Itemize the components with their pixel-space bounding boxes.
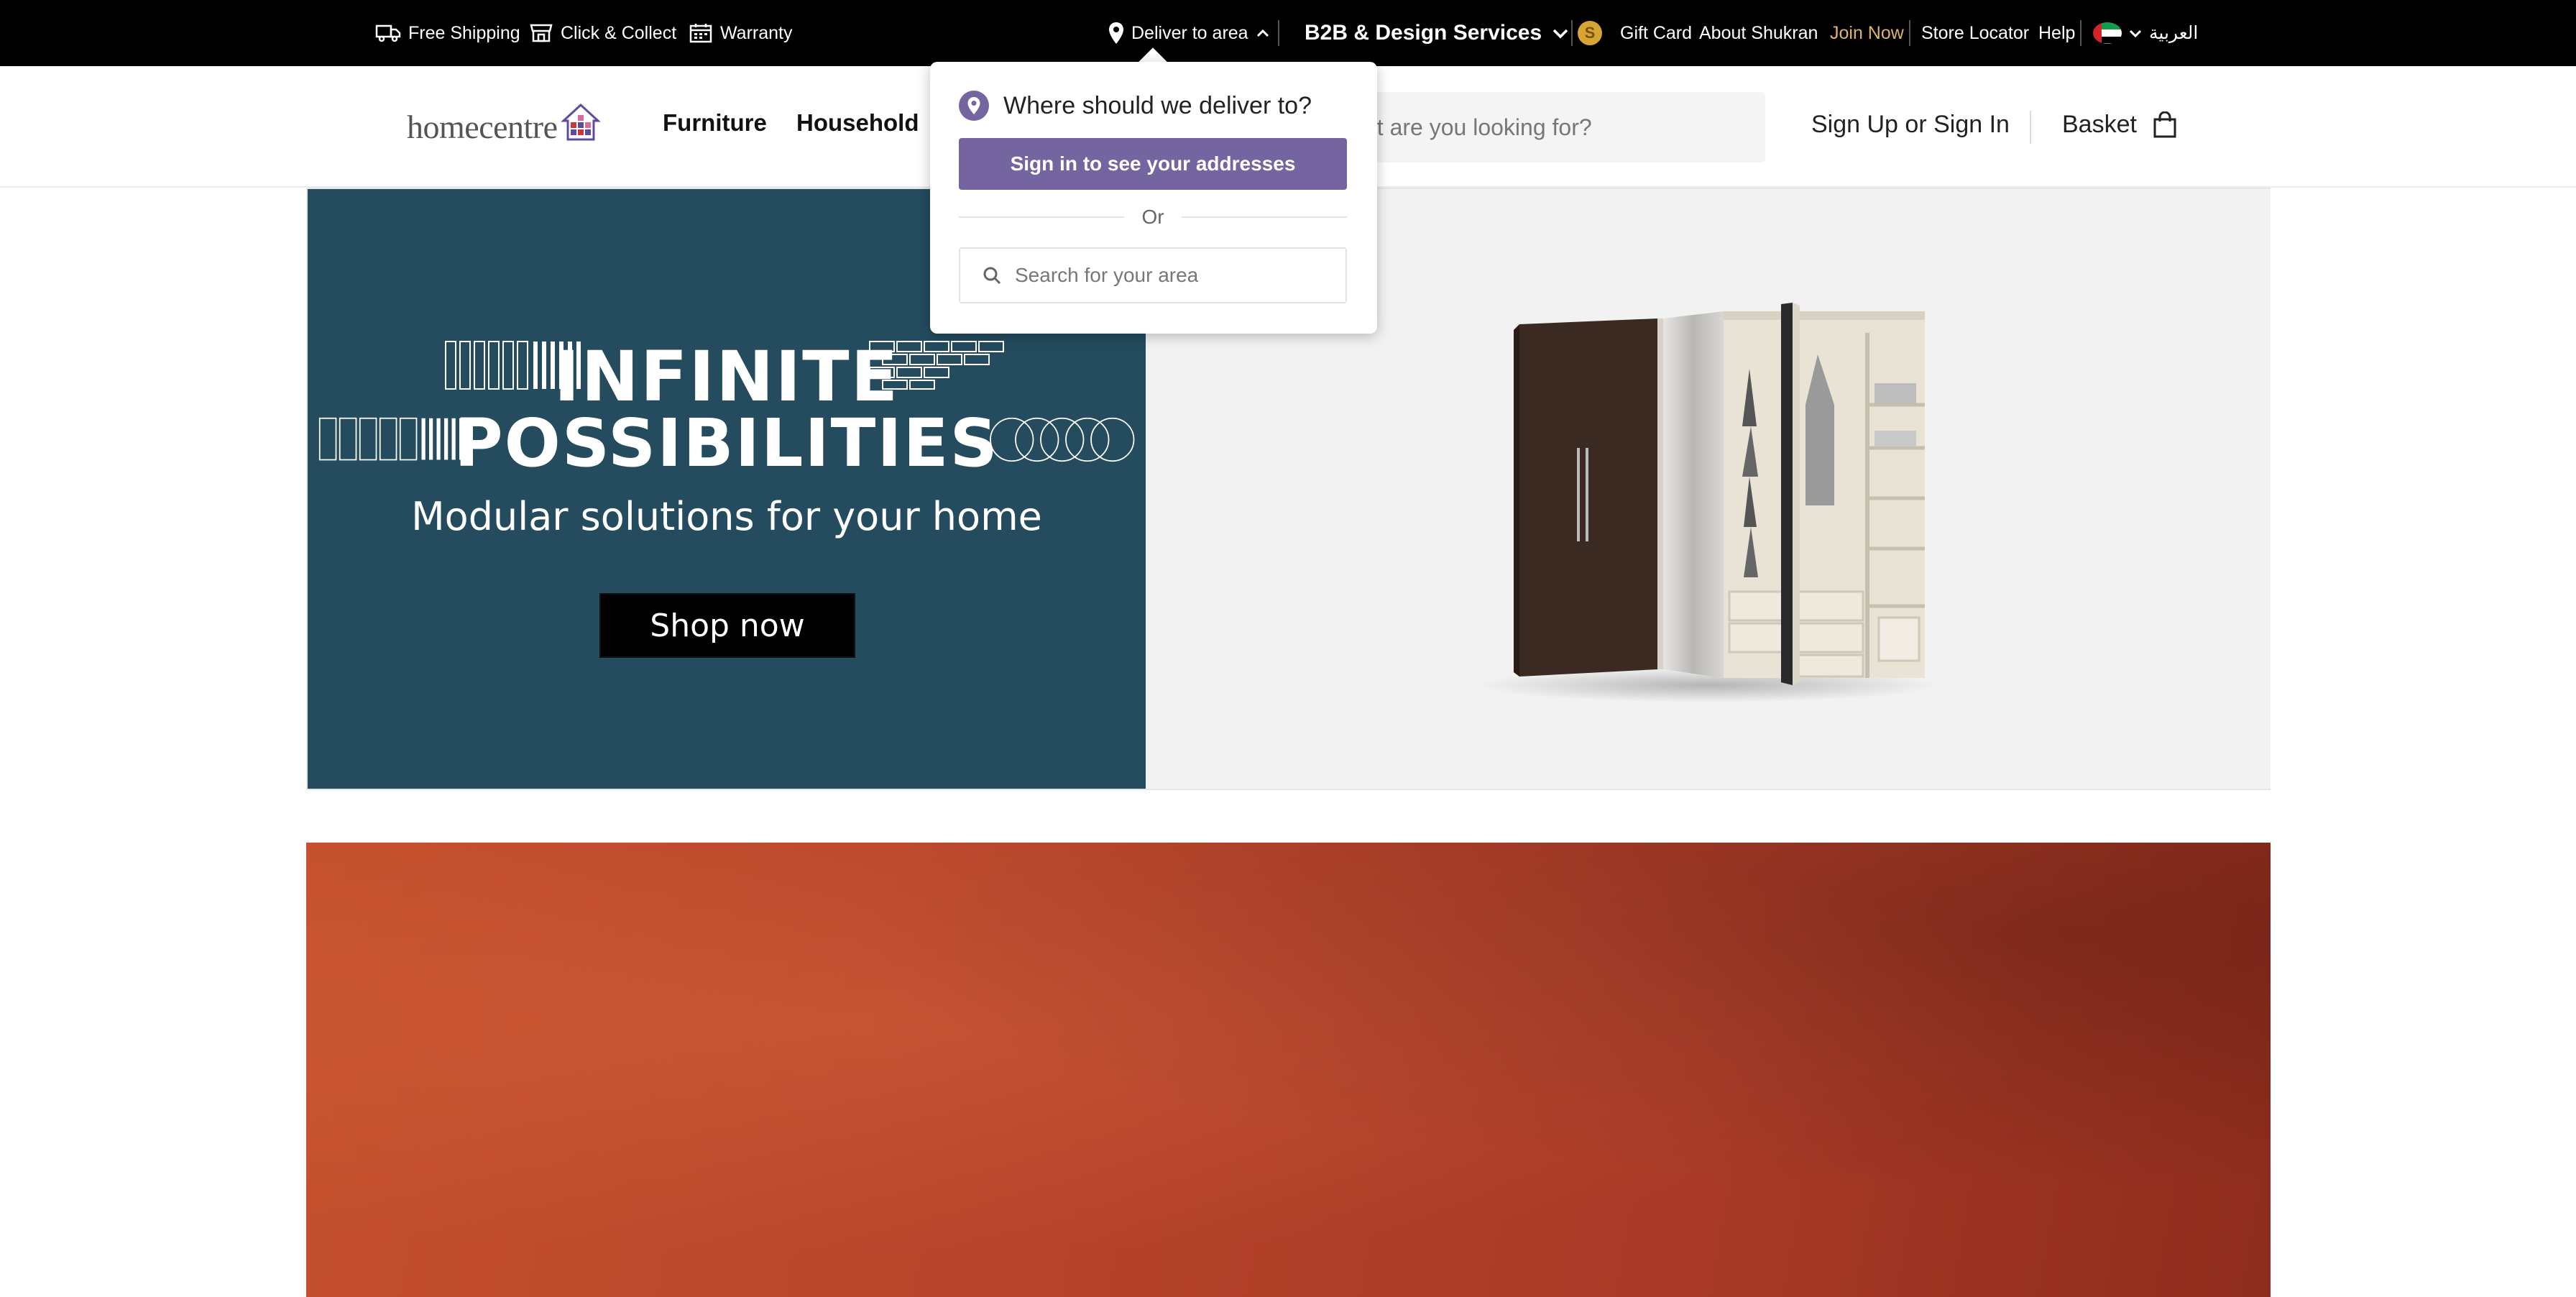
divider xyxy=(1909,20,1910,46)
popover-title: Where should we deliver to? xyxy=(959,91,1312,121)
shopping-bag-icon xyxy=(2153,111,2176,137)
signup-signin-link[interactable]: Sign Up or Sign In xyxy=(1811,111,2010,139)
or-divider: Or xyxy=(959,203,1347,232)
banner-headline-line2: POSSIBILITIES xyxy=(454,405,999,482)
free-shipping-label: Free Shipping xyxy=(408,22,520,43)
location-pin-icon xyxy=(959,91,989,121)
shop-now-button[interactable]: Shop now xyxy=(599,593,855,658)
click-collect-link[interactable]: Click & Collect xyxy=(529,0,676,66)
secondary-banner-image[interactable] xyxy=(306,843,2271,1297)
truck-icon xyxy=(375,24,401,42)
homecentre-logo[interactable]: homecentre xyxy=(407,98,601,155)
chevron-down-icon xyxy=(1552,29,1568,39)
logo-text: homecentre xyxy=(407,108,558,145)
deliver-to-label: Deliver to area xyxy=(1131,22,1248,43)
nav-furniture[interactable]: Furniture xyxy=(663,109,767,137)
search-icon xyxy=(983,267,1001,285)
shukran-coin: S xyxy=(1578,21,1602,45)
chevron-down-icon xyxy=(2129,29,2142,37)
deliver-to-area-toggle[interactable]: Deliver to area xyxy=(1108,0,1277,66)
store-icon xyxy=(530,24,553,42)
shukran-icon: S xyxy=(1578,0,1602,66)
or-label: Or xyxy=(1141,206,1164,228)
nav-household[interactable]: Household xyxy=(796,109,919,137)
top-utility-bar: Free Shipping Click & Collect Warranty D… xyxy=(0,0,2576,66)
store-locator-link[interactable]: Store Locator xyxy=(1921,0,2029,66)
divider xyxy=(1278,20,1279,46)
chevron-up-icon xyxy=(1256,29,1269,37)
divider xyxy=(2030,111,2031,144)
help-link[interactable]: Help xyxy=(2038,0,2075,66)
area-search-placeholder: Search for your area xyxy=(1015,264,1199,286)
about-shukran-link[interactable]: About Shukran xyxy=(1699,0,1818,66)
language-label: العربية xyxy=(2149,23,2199,43)
uae-flag-icon xyxy=(2093,22,2122,44)
delivery-location-popover: Where should we deliver to? Sign in to s… xyxy=(930,62,1377,334)
join-now-link[interactable]: Join Now xyxy=(1830,0,1904,66)
warranty-link[interactable]: Warranty xyxy=(689,0,792,66)
language-switch[interactable]: العربية xyxy=(2149,0,2198,66)
b2b-design-services-dropdown[interactable]: B2B & Design Services xyxy=(1305,0,1576,66)
divider xyxy=(1571,20,1573,46)
gift-card-link[interactable]: Gift Card xyxy=(1620,0,1692,66)
house-logo-icon xyxy=(560,103,601,141)
warranty-label: Warranty xyxy=(720,22,793,43)
b2b-label: B2B & Design Services xyxy=(1305,21,1542,45)
area-search-input[interactable]: Search for your area xyxy=(959,247,1347,303)
click-collect-label: Click & Collect xyxy=(561,22,677,43)
calendar-icon xyxy=(689,24,712,43)
sign-in-addresses-button[interactable]: Sign in to see your addresses xyxy=(959,138,1347,190)
basket-link[interactable]: Basket xyxy=(2062,111,2177,139)
basket-label: Basket xyxy=(2062,111,2137,138)
gift-card-label: Gift Card xyxy=(1620,22,1693,43)
country-selector[interactable] xyxy=(2093,0,2149,66)
search-input[interactable]: What are you looking for? xyxy=(1322,92,1765,162)
banner-tagline: Modular solutions for your home xyxy=(411,494,1042,539)
free-shipping-link[interactable]: Free Shipping xyxy=(375,0,520,66)
join-now-label: Join Now xyxy=(1830,22,1904,43)
popover-title-text: Where should we deliver to? xyxy=(1003,91,1312,119)
store-locator-label: Store Locator xyxy=(1921,22,2030,43)
divider xyxy=(2080,20,2082,46)
about-shukran-label: About Shukran xyxy=(1699,22,1818,43)
location-pin-icon xyxy=(1109,22,1123,44)
help-label: Help xyxy=(2038,22,2076,43)
